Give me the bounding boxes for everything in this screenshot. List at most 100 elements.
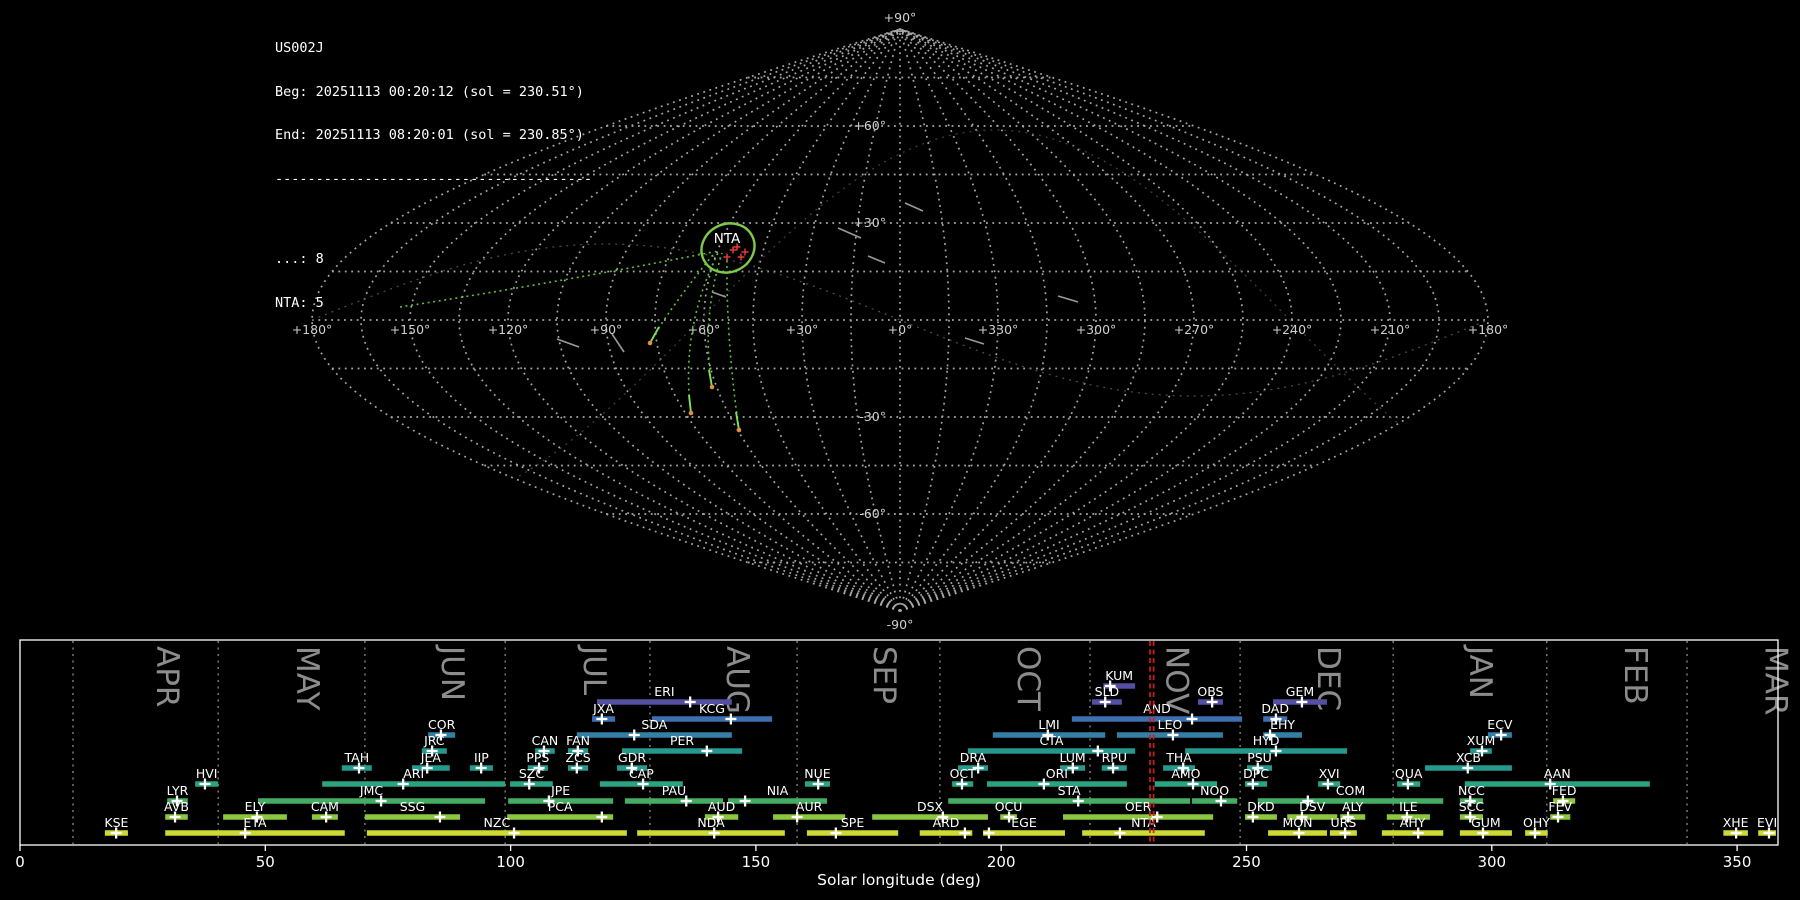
longitude-label: +0° — [888, 322, 913, 337]
shower-code-ARI: ARI — [403, 766, 424, 781]
shower-code-OBS: OBS — [1197, 684, 1223, 699]
month-label: MAR — [1758, 646, 1794, 716]
shower-code-PSU: PSU — [1247, 750, 1272, 765]
meridian-line — [900, 29, 1439, 611]
shower-code-SLD: SLD — [1095, 684, 1120, 699]
latitude-label: +60° — [853, 118, 886, 133]
sporadic-trail — [1058, 296, 1078, 302]
longitude-label: +300° — [1076, 322, 1117, 337]
x-tick-label: 300 — [1477, 853, 1506, 871]
current-sol-line — [1150, 641, 1154, 844]
meteor-trail-solid-end — [650, 327, 659, 343]
shower-code-XHE: XHE — [1723, 815, 1749, 830]
shower-code-CAM: CAM — [311, 799, 339, 814]
shower-code-IIP: IIP — [474, 750, 489, 765]
shower-code-EVI: EVI — [1757, 815, 1777, 830]
month-label: FEB — [1617, 646, 1653, 705]
end-line: End: 20251113 08:20:01 (sol = 230.85°) — [275, 128, 592, 143]
meteor-trail-solid-end — [709, 370, 712, 387]
shower-code-ELY: ELY — [245, 799, 266, 814]
shower-code-DKD: DKD — [1247, 799, 1274, 814]
shower-code-DSV: DSV — [1299, 799, 1326, 814]
shower-code-LMI: LMI — [1038, 717, 1059, 732]
meteor-trail-solid-end — [689, 395, 691, 413]
shower-code-LEO: LEO — [1158, 717, 1183, 732]
shower-code-GDR: GDR — [618, 750, 646, 765]
shower-code-AVB: AVB — [164, 799, 189, 814]
separator-line: --------------------------------------- — [275, 172, 592, 187]
shower-code-HYD: HYD — [1253, 733, 1280, 748]
shower-code-XCB: XCB — [1456, 750, 1481, 765]
activity-chart: APRMAYJUNJULAUGSEPOCTNOVDECJANFEBMAR KUM… — [15, 640, 1794, 889]
meteor-end-point — [710, 385, 715, 390]
latitude-label: -60° — [859, 506, 886, 521]
x-tick-label: 200 — [987, 853, 1016, 871]
meteor-radiant-screen: +180°+150°+120°+90°+60°+30°+0°+330°+300°… — [0, 0, 1800, 900]
shower-code-SCC: SCC — [1459, 799, 1485, 814]
shower-code-SZC: SZC — [519, 766, 544, 781]
month-label: SEP — [866, 646, 902, 704]
shower-code-KSE: KSE — [104, 815, 128, 830]
shower-code-LYR: LYR — [167, 783, 189, 798]
shower-code-CAN: CAN — [532, 733, 559, 748]
x-tick-label: 100 — [496, 853, 525, 871]
shower-code-EHY: EHY — [1270, 717, 1295, 732]
shower-code-NUE: NUE — [804, 766, 830, 781]
shower-code-ETA: ETA — [243, 815, 267, 830]
shower-code-OCU: OCU — [995, 799, 1023, 814]
month-label: JUL — [576, 644, 612, 696]
shower-code-COR: COR — [428, 717, 456, 732]
shower-code-NZC: NZC — [484, 815, 511, 830]
shower-code-PER: PER — [670, 733, 694, 748]
begin-line: Beg: 20251113 00:20:12 (sol = 230.51°) — [275, 85, 592, 100]
shower-code-PAU: PAU — [662, 783, 686, 798]
pole-top-label: +90° — [884, 10, 917, 25]
shower-code-OER: OER — [1125, 799, 1152, 814]
shower-code-EGE: EGE — [1011, 815, 1037, 830]
shower-code-FAN: FAN — [566, 733, 590, 748]
month-label: OCT — [1010, 646, 1046, 712]
longitude-label: +90° — [590, 322, 623, 337]
shower-code-ORI: ORI — [1046, 766, 1068, 781]
shower-code-SSG: SSG — [400, 799, 426, 814]
shower-code-THA: THA — [1165, 750, 1192, 765]
longitude-label: +60° — [688, 322, 721, 337]
x-axis-title: Solar longitude (deg) — [817, 871, 981, 889]
shower-code-NCC: NCC — [1458, 783, 1485, 798]
shower-code-JEA: JEA — [420, 750, 442, 765]
x-tick-label: 350 — [1723, 853, 1752, 871]
month-label: JUN — [434, 644, 470, 701]
longitude-label: +330° — [978, 322, 1019, 337]
shower-code-FEV: FEV — [1548, 799, 1572, 814]
month-label: JAN — [1462, 644, 1498, 699]
shower-code-CAP: CAP — [629, 766, 654, 781]
shower-code-DRA: DRA — [960, 750, 987, 765]
shower-code-OCT: OCT — [950, 766, 977, 781]
shower-code-AUR: AUR — [796, 799, 823, 814]
shower-code-AUD: AUD — [708, 799, 735, 814]
meteor-end-point — [737, 428, 742, 433]
shower-code-XVI: XVI — [1319, 766, 1340, 781]
longitude-label: +240° — [1272, 322, 1313, 337]
shower-code-NTA: NTA — [1131, 815, 1156, 830]
meteor-end-point — [648, 341, 653, 346]
meridian-line — [900, 29, 1194, 611]
longitude-label: +210° — [1370, 322, 1411, 337]
x-tick-label: 50 — [256, 853, 275, 871]
shower-code-JRC: JRC — [423, 733, 445, 748]
month-label: APR — [149, 646, 185, 707]
shower-code-ILE: ILE — [1399, 799, 1418, 814]
pole-bottom-label: -90° — [887, 617, 914, 632]
shower-code-AAN: AAN — [1544, 766, 1571, 781]
x-tick-label: 250 — [1232, 853, 1261, 871]
sky-and-activity-plot: +180°+150°+120°+90°+60°+30°+0°+330°+300°… — [0, 0, 1800, 900]
meridian-line — [606, 29, 900, 611]
shower-bars: KUMERISLDOBSGEMJXAKCGANDDADCORSDALMILEOE… — [104, 668, 1777, 839]
latitude-label: -30° — [859, 409, 886, 424]
shower-code-AHY: AHY — [1400, 815, 1426, 830]
shower-code-MON: MON — [1283, 815, 1313, 830]
shower-code-AMO: AMO — [1171, 766, 1200, 781]
shower-code-NIA: NIA — [767, 783, 789, 798]
sporadic-trail — [965, 338, 984, 344]
shower-code-JXA: JXA — [592, 701, 614, 716]
